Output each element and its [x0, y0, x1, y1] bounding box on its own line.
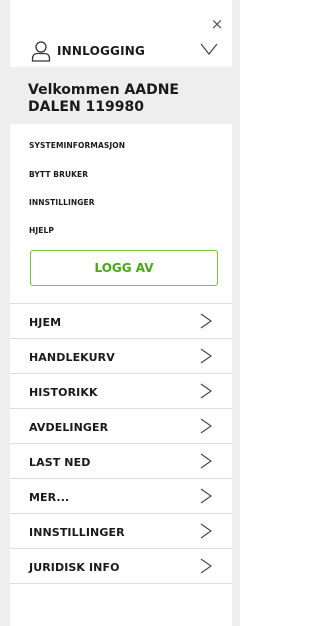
menu-item-mer[interactable]: MER...: [10, 479, 232, 514]
chevron-right-icon: [200, 383, 212, 399]
menu-item-label: AVDELINGER: [29, 421, 109, 434]
welcome-banner: Velkommen AADNE DALEN 119980: [10, 67, 232, 124]
menu-item-label: HANDLEKURV: [29, 351, 115, 364]
close-button[interactable]: ×: [208, 15, 226, 33]
side-menu-panel: × INNLOGGING Velkommen AADNE DALEN 11998…: [10, 0, 232, 626]
menu-item-label: INNSTILLINGER: [29, 526, 125, 539]
close-icon: ×: [210, 15, 224, 33]
menu-item-historikk[interactable]: HISTORIKK: [10, 374, 232, 409]
welcome-text: Velkommen AADNE DALEN 119980: [28, 82, 179, 115]
link-hjelp[interactable]: HJELP: [29, 226, 54, 235]
menu-item-avdelinger[interactable]: AVDELINGER: [10, 409, 232, 444]
logout-button[interactable]: LOGG AV: [30, 250, 218, 286]
chevron-right-icon: [200, 418, 212, 434]
menu-item-label: JURIDISK INFO: [29, 561, 120, 574]
chevron-right-icon: [200, 313, 212, 329]
menu-item-hjem[interactable]: HJEM: [10, 304, 232, 339]
menu-item-label: LAST NED: [29, 456, 91, 469]
chevron-right-icon: [200, 453, 212, 469]
menu-item-innstillinger[interactable]: INNSTILLINGER: [10, 514, 232, 549]
link-innstillinger[interactable]: INNSTILLINGER: [29, 198, 95, 207]
login-section-header[interactable]: INNLOGGING: [10, 35, 232, 67]
chevron-right-icon: [200, 558, 212, 574]
user-icon: [31, 41, 51, 62]
chevron-right-icon: [200, 488, 212, 504]
main-menu: HJEM HANDLEKURV HISTORIKK AVDELINGER LAS…: [10, 303, 232, 584]
menu-item-last-ned[interactable]: LAST NED: [10, 444, 232, 479]
menu-item-juridisk-info[interactable]: JURIDISK INFO: [10, 549, 232, 584]
menu-item-label: HJEM: [29, 316, 62, 329]
chevron-right-icon: [200, 348, 212, 364]
chevron-right-icon: [200, 523, 212, 539]
menu-item-handlekurv[interactable]: HANDLEKURV: [10, 339, 232, 374]
link-bytt-bruker[interactable]: BYTT BRUKER: [29, 170, 88, 179]
menu-item-label: MER...: [29, 491, 70, 504]
background-strip-left: [0, 0, 10, 626]
link-systeminformasjon[interactable]: SYSTEMINFORMASJON: [29, 141, 125, 150]
chevron-down-icon[interactable]: [200, 42, 218, 56]
login-label: INNLOGGING: [57, 44, 146, 58]
menu-item-label: HISTORIKK: [29, 386, 98, 399]
background-strip-right: [232, 0, 240, 626]
